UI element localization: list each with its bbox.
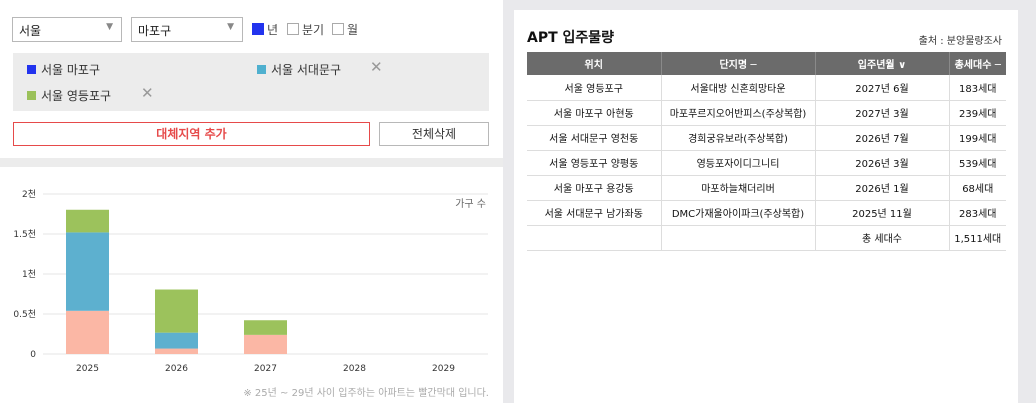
bar-segment bbox=[155, 332, 198, 349]
cell-complex: 마포하늘채더리버 bbox=[660, 175, 815, 201]
close-icon[interactable]: ✕ bbox=[370, 58, 383, 76]
bar-segment bbox=[244, 320, 287, 335]
cell-households: 283세대 bbox=[948, 200, 1006, 226]
x-tick-label: 2026 bbox=[165, 364, 188, 374]
region-label: 서울 영등포구 bbox=[41, 89, 112, 103]
column-header-households[interactable]: 총세대수 ─ bbox=[948, 52, 1006, 75]
cell-move-in: 2026년 3월 bbox=[814, 150, 949, 176]
cell-location: 서울 영등포구 bbox=[527, 75, 661, 101]
legend-swatch bbox=[27, 91, 36, 100]
district-select[interactable]: 마포구 ▼ bbox=[131, 17, 243, 42]
source-label: 출처 : 분양물량조사 bbox=[918, 36, 1002, 47]
table-row[interactable]: 서울 서대문구 영천동 경희궁유보라(주상복합) 2026년 7월 199세대 bbox=[527, 125, 1006, 151]
selected-regions: 서울 마포구 서울 서대문구 ✕ 서울 영등포구 ✕ bbox=[13, 53, 489, 111]
table-header-row: 위치 단지명 ─ 입주년월 ∨ 총세대수 ─ bbox=[527, 52, 1006, 75]
period-year-label: 년 bbox=[267, 22, 279, 37]
cell-move-in: 2025년 11월 bbox=[814, 200, 949, 226]
region-tag: 서울 마포구 bbox=[27, 61, 100, 78]
cell-location: 서울 서대문구 영천동 bbox=[527, 125, 661, 151]
total-label: 총 세대수 bbox=[814, 225, 949, 251]
panel-title: APT 입주물량 bbox=[527, 30, 615, 46]
region-tag: 서울 서대문구 bbox=[257, 61, 341, 78]
supply-chart: 0 0.5천 1천 1.5천 2천 2025 2026 2027 2028 2029 가구 수 bbox=[0, 175, 503, 403]
table-row[interactable]: 서울 영등포구 서울대방 신혼희망타운 2027년 6월 183세대 bbox=[527, 75, 1006, 101]
city-select[interactable]: 서울 ▼ bbox=[12, 17, 122, 42]
x-tick-label: 2027 bbox=[254, 364, 277, 374]
city-select-value: 서울 bbox=[19, 24, 42, 38]
bar-segment bbox=[155, 348, 198, 354]
region-label: 서울 마포구 bbox=[41, 63, 101, 77]
chart-svg: 0 0.5천 1천 1.5천 2천 2025 2026 2027 2028 2029 가구 수 bbox=[13, 189, 488, 374]
cell-move-in: 2027년 3월 bbox=[814, 100, 949, 126]
right-panel: APT 입주물량 출처 : 분양물량조사 위치 단지명 ─ 입주년월 ∨ 총세대… bbox=[514, 10, 1018, 403]
apt-table: 위치 단지명 ─ 입주년월 ∨ 총세대수 ─ 서울 영등포구 서울대방 신혼희망… bbox=[527, 52, 1006, 251]
checkbox-icon bbox=[287, 23, 299, 35]
cell-complex: 서울대방 신혼희망타운 bbox=[660, 75, 815, 101]
y-tick-label: 2천 bbox=[22, 189, 36, 200]
region-tag: 서울 영등포구 bbox=[27, 87, 111, 104]
cell-move-in: 2027년 6월 bbox=[814, 75, 949, 101]
cell-households: 183세대 bbox=[948, 75, 1006, 101]
table-row[interactable]: 서울 서대문구 남가좌동 DMC가재울아이파크(주상복합) 2025년 11월 … bbox=[527, 200, 1006, 226]
checkbox-checked-icon bbox=[252, 23, 264, 35]
delete-all-button[interactable]: 전체삭제 bbox=[379, 122, 489, 146]
cell-complex: 마포푸르지오어반피스(주상복합) bbox=[660, 100, 815, 126]
cell-households: 199세대 bbox=[948, 125, 1006, 151]
period-quarter-label: 분기 bbox=[302, 22, 325, 37]
bar-segment bbox=[66, 232, 109, 311]
district-select-value: 마포구 bbox=[138, 24, 172, 38]
table-row[interactable]: 서울 마포구 아현동 마포푸르지오어반피스(주상복합) 2027년 3월 239… bbox=[527, 100, 1006, 126]
y-tick-label: 1.5천 bbox=[13, 229, 36, 240]
legend-note: 가구 수 bbox=[455, 198, 486, 210]
y-tick-label: 1천 bbox=[22, 269, 36, 280]
bar-segment bbox=[66, 209, 109, 233]
cell-location: 서울 마포구 아현동 bbox=[527, 100, 661, 126]
add-region-button[interactable]: 대체지역 추가 bbox=[13, 122, 370, 146]
column-header-complex[interactable]: 단지명 ─ bbox=[660, 52, 815, 75]
bar-segment bbox=[66, 310, 109, 354]
cell-location: 서울 영등포구 양평동 bbox=[527, 150, 661, 176]
column-header-move-in[interactable]: 입주년월 ∨ bbox=[814, 52, 949, 75]
y-tick-label: 0.5천 bbox=[13, 309, 36, 320]
region-label: 서울 서대문구 bbox=[271, 63, 342, 77]
cell-households: 539세대 bbox=[948, 150, 1006, 176]
cell-households: 68세대 bbox=[948, 175, 1006, 201]
cell-empty bbox=[660, 225, 815, 251]
bar-segment bbox=[244, 334, 287, 354]
period-month-checkbox[interactable]: 월 bbox=[332, 22, 359, 37]
cell-households: 239세대 bbox=[948, 100, 1006, 126]
cell-empty bbox=[527, 225, 661, 251]
x-tick-label: 2029 bbox=[432, 364, 455, 374]
cell-location: 서울 마포구 용강동 bbox=[527, 175, 661, 201]
cell-complex: DMC가재울아이파크(주상복합) bbox=[660, 200, 815, 226]
period-year-checkbox[interactable]: 년 bbox=[252, 22, 279, 37]
chevron-down-icon: ▼ bbox=[227, 22, 234, 32]
total-value: 1,511세대 bbox=[948, 225, 1006, 251]
divider bbox=[0, 158, 503, 167]
cell-move-in: 2026년 7월 bbox=[814, 125, 949, 151]
table-row[interactable]: 서울 영등포구 양평동 영등포자이디그니티 2026년 3월 539세대 bbox=[527, 150, 1006, 176]
period-quarter-checkbox[interactable]: 분기 bbox=[287, 22, 325, 37]
chart-footnote: ※ 25년 ~ 29년 사이 입주하는 아파트는 빨간막대 입니다. bbox=[243, 388, 489, 399]
close-icon[interactable]: ✕ bbox=[141, 84, 154, 102]
y-tick-label: 0 bbox=[30, 350, 36, 360]
chevron-down-icon: ▼ bbox=[106, 22, 113, 32]
column-header-location[interactable]: 위치 bbox=[527, 52, 661, 75]
cell-move-in: 2026년 1월 bbox=[814, 175, 949, 201]
checkbox-icon bbox=[332, 23, 344, 35]
left-panel: 서울 ▼ 마포구 ▼ 년 분기 월 서울 마포구 서울 서대문구 ✕ 서울 영등… bbox=[0, 0, 503, 403]
legend-swatch bbox=[27, 65, 36, 74]
table-total-row: 총 세대수 1,511세대 bbox=[527, 225, 1006, 251]
cell-complex: 경희궁유보라(주상복합) bbox=[660, 125, 815, 151]
x-tick-label: 2028 bbox=[343, 364, 366, 374]
period-month-label: 월 bbox=[347, 22, 359, 37]
x-tick-label: 2025 bbox=[76, 364, 99, 374]
cell-location: 서울 서대문구 남가좌동 bbox=[527, 200, 661, 226]
table-row[interactable]: 서울 마포구 용강동 마포하늘채더리버 2026년 1월 68세대 bbox=[527, 175, 1006, 201]
cell-complex: 영등포자이디그니티 bbox=[660, 150, 815, 176]
legend-swatch bbox=[257, 65, 266, 74]
bar-segment bbox=[155, 289, 198, 333]
